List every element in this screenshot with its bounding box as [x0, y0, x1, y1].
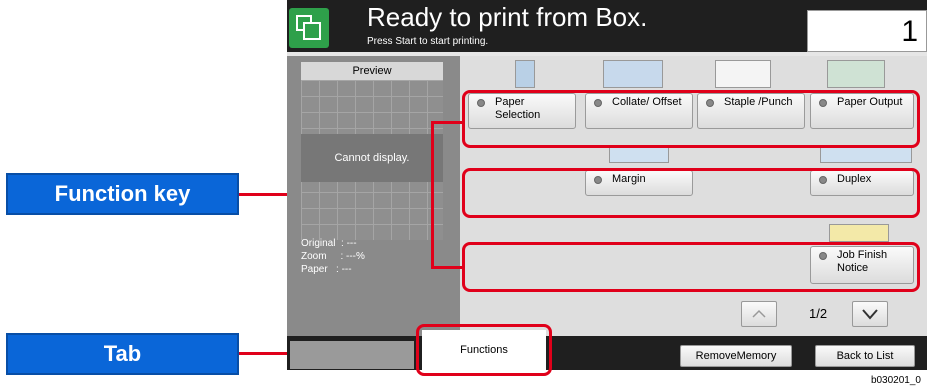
staple-punch-icon — [715, 60, 771, 88]
page-down-button[interactable] — [852, 301, 888, 327]
tab-callout-label: Tab — [103, 341, 142, 366]
highlight-connector-bottom — [431, 266, 463, 269]
copies-value: 1 — [901, 15, 918, 48]
zoom-row: Zoom : ---% — [301, 251, 365, 262]
original-row: Original : --- — [301, 238, 357, 249]
chevron-down-icon — [862, 309, 878, 320]
paper-selection-icon — [515, 60, 535, 88]
job-finish-notice-icon — [829, 224, 889, 242]
page-indicator: 1/2 — [809, 306, 828, 321]
paper-row: Paper : --- — [301, 264, 352, 275]
preview-pane: Preview Cannot display. Original : --- Z… — [287, 56, 460, 356]
preview-message: Cannot display. — [301, 134, 443, 182]
function-row-1-highlight — [462, 90, 920, 148]
panel-header: Ready to print from Box. Press Start to … — [287, 0, 927, 52]
function-key-callout: Function key — [6, 173, 239, 215]
highlight-connector-top — [431, 121, 463, 124]
remove-memory-button[interactable]: RemoveMemory — [680, 345, 792, 367]
function-row-2-highlight — [462, 168, 920, 218]
preview-label: Preview — [301, 62, 443, 80]
back-to-list-button[interactable]: Back to List — [815, 345, 915, 367]
box-document-icon — [289, 8, 329, 48]
function-row-3-highlight — [462, 242, 920, 292]
page-subtitle: Press Start to start printing. — [367, 36, 489, 47]
quick-setup-tab[interactable] — [290, 341, 414, 369]
copies-field[interactable]: 1 — [807, 10, 927, 52]
tab-callout: Tab — [6, 333, 239, 375]
collate-offset-icon — [603, 60, 663, 88]
chevron-up-icon — [752, 309, 766, 318]
function-key-callout-label: Function key — [54, 181, 191, 206]
functions-tab-highlight — [416, 324, 552, 376]
page-title: Ready to print from Box. — [367, 2, 648, 32]
paper-output-icon — [827, 60, 885, 88]
figure-code: b030201_0 — [870, 375, 921, 386]
page-up-button[interactable] — [741, 301, 777, 327]
highlight-connector-vertical — [431, 121, 434, 268]
